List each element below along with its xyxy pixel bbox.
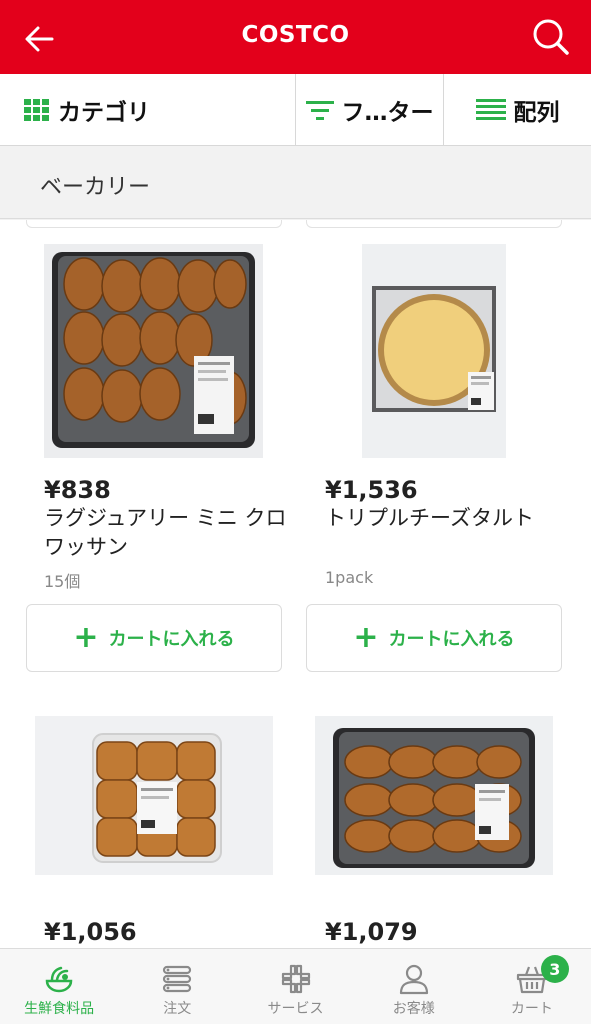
sort-label: 配列 — [513, 100, 560, 126]
app-header: COSTCO — [0, 0, 591, 74]
cart-count-badge: 3 — [540, 955, 569, 983]
category-label: カテゴリ — [58, 100, 150, 126]
tab-label: カート — [510, 1001, 553, 1017]
tab-account[interactable]: お客様 — [355, 949, 473, 1024]
product-price: ¥1,056 — [44, 918, 137, 946]
fresh-food-icon — [45, 966, 73, 993]
tab-orders[interactable]: 注文 — [118, 949, 236, 1024]
product-quantity: 1pack — [325, 568, 374, 587]
plus-icon: + — [73, 620, 99, 655]
order-list-icon — [163, 965, 192, 993]
product-price: ¥1,536 — [325, 476, 418, 504]
category-name: ベーカリー — [40, 175, 151, 200]
product-name[interactable]: トリプルチーズタルト — [325, 504, 575, 533]
services-icon — [281, 964, 310, 994]
grid-icon — [24, 99, 49, 121]
category-header: ベーカリー — [0, 147, 591, 219]
product-grid: ¥838 ラグジュアリー ミニ クロワッサン 15個 + カートに入れる ¥1,… — [0, 220, 591, 948]
tab-label: お客様 — [392, 1001, 435, 1017]
filter-icon — [305, 101, 334, 120]
bottom-tab-bar: 生鮮食料品 注文 サービス お客様 カート 3 — [0, 948, 591, 1024]
previous-card-edge — [26, 220, 282, 228]
tab-cart[interactable]: カート 3 — [473, 949, 591, 1024]
filter-button[interactable]: フ…ター — [296, 74, 444, 146]
tab-services[interactable]: サービス — [236, 949, 354, 1024]
product-price: ¥838 — [44, 476, 111, 504]
product-image-chocolate-croissant[interactable] — [35, 716, 273, 875]
add-to-cart-label: カートに入れる — [108, 629, 235, 650]
person-icon — [399, 964, 428, 995]
product-image-croissant-tray-2[interactable] — [315, 716, 553, 875]
sort-list-icon — [475, 99, 506, 120]
add-to-cart-label: カートに入れる — [388, 629, 515, 650]
product-name[interactable]: ラグジュアリー ミニ クロワッサン — [44, 504, 294, 562]
product-image-croissant-tray[interactable] — [44, 244, 263, 458]
sort-button[interactable]: 配列 — [444, 74, 591, 146]
filter-bar: カテゴリ フ…ター 配列 — [0, 74, 591, 146]
previous-card-edge — [306, 220, 562, 228]
app-title: COSTCO — [241, 22, 350, 48]
search-icon[interactable] — [531, 17, 571, 57]
tab-fresh-food[interactable]: 生鮮食料品 — [0, 949, 118, 1024]
category-button[interactable]: カテゴリ — [0, 74, 296, 146]
tab-label: 生鮮食料品 — [24, 1001, 95, 1017]
product-image-cheese-tart[interactable] — [362, 244, 506, 458]
product-price: ¥1,079 — [325, 918, 418, 946]
add-to-cart-button[interactable]: + カートに入れる — [26, 604, 282, 672]
add-to-cart-button[interactable]: + カートに入れる — [306, 604, 562, 672]
plus-icon: + — [353, 620, 379, 655]
tab-label: サービス — [267, 1001, 324, 1017]
filter-label: フ…ター — [341, 100, 434, 126]
tab-label: 注文 — [163, 1001, 192, 1017]
product-quantity: 15個 — [44, 572, 81, 591]
